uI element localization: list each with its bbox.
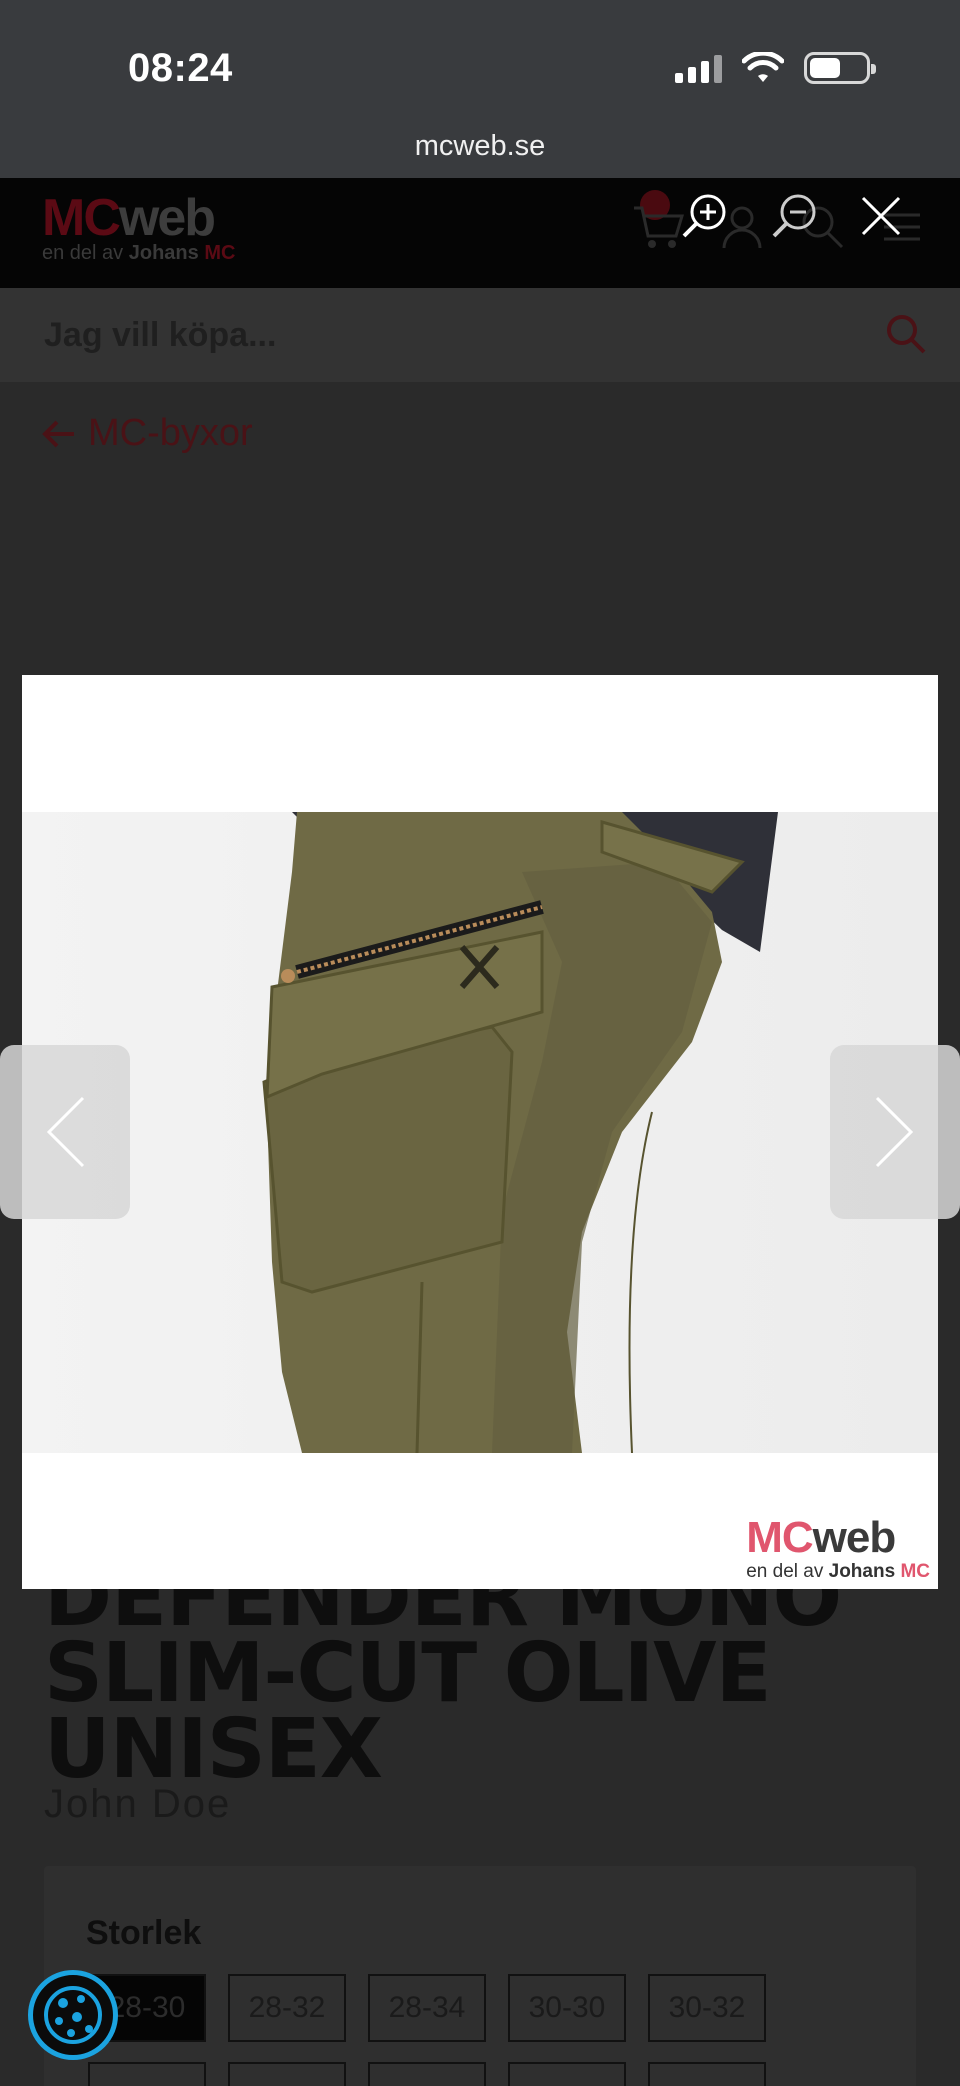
search-input[interactable]: Jag vill köpa... <box>44 316 276 355</box>
product-brand: John Doe <box>44 1782 232 1826</box>
size-option[interactable] <box>88 2062 206 2086</box>
site-logo[interactable]: MCweb en del av Johans MC <box>42 188 235 265</box>
next-image-button[interactable] <box>830 1045 960 1219</box>
cart-icon[interactable] <box>630 202 686 252</box>
status-time: 08:24 <box>128 46 233 90</box>
status-icons <box>675 52 876 84</box>
size-options-row2 <box>88 2062 766 2086</box>
size-option[interactable] <box>228 2062 346 2086</box>
cookie-settings-button[interactable] <box>28 1970 118 2060</box>
size-label: Storlek <box>86 1914 202 1952</box>
zoom-in-icon[interactable] <box>680 192 728 240</box>
size-option[interactable] <box>508 2062 626 2086</box>
search-icon[interactable] <box>884 312 928 356</box>
cookie-icon <box>44 1986 102 2044</box>
lightbox-toolbar <box>680 192 902 240</box>
size-option[interactable]: 28-32 <box>228 1974 346 2042</box>
size-option[interactable] <box>648 2062 766 2086</box>
close-icon[interactable] <box>860 195 902 237</box>
product-title: DEFENDER MONO SLIM-CUT OLIVE UNISEX <box>44 1550 842 1797</box>
status-bar: 08:24 mcweb.se <box>0 0 960 178</box>
back-link[interactable]: MC-byxor <box>42 412 253 455</box>
wifi-icon <box>742 52 784 82</box>
arrow-left-icon <box>42 420 74 447</box>
size-option[interactable]: 28-34 <box>368 1974 486 2042</box>
chevron-right-icon <box>875 1096 914 1168</box>
url-bar[interactable]: mcweb.se <box>0 130 960 163</box>
back-link-label: MC-byxor <box>88 412 253 454</box>
size-option[interactable]: 30-32 <box>648 1974 766 2042</box>
watermark-logo: MCweb en del av Johans MC <box>746 1513 930 1583</box>
signal-icon <box>675 53 722 83</box>
size-options: 28-30 28-32 28-34 30-30 30-32 <box>88 1974 766 2042</box>
chevron-left-icon <box>46 1096 85 1168</box>
previous-image-button[interactable] <box>0 1045 130 1219</box>
lightbox-image[interactable]: MCweb en del av Johans MC <box>22 675 938 1589</box>
zoom-out-icon[interactable] <box>770 192 818 240</box>
size-option[interactable] <box>368 2062 486 2086</box>
size-option[interactable]: 30-30 <box>508 1974 626 2042</box>
search-bar[interactable]: Jag vill köpa... <box>0 288 960 382</box>
battery-icon <box>804 52 876 84</box>
product-photo <box>22 812 938 1453</box>
